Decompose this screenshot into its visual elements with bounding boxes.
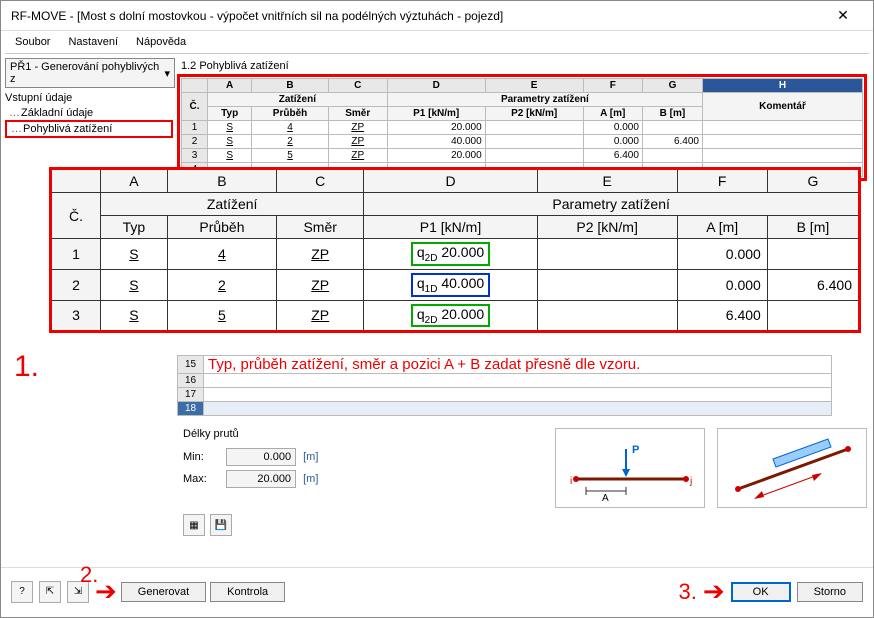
svg-text:j: j [689, 476, 692, 487]
generate-button[interactable]: Generovat [121, 582, 206, 602]
export-icon[interactable]: ⇱ [39, 581, 61, 603]
annotation-3: 3. [679, 579, 697, 605]
lengths-title: Délky prutů [183, 428, 318, 440]
tree-heading: Vstupní údaje [5, 92, 173, 104]
svg-text:i: i [570, 476, 572, 487]
loads-table-zoom: ABC DEFG Č. Zatížení Parametry zatížení … [49, 167, 861, 333]
cancel-button[interactable]: Storno [797, 582, 863, 602]
annotation-2: 2. [80, 562, 98, 588]
check-button[interactable]: Kontrola [210, 582, 285, 602]
arrow-3: ➔ [703, 576, 725, 607]
panel-title: 1.2 Pohyblivá zatížení [177, 58, 867, 74]
loads-table-small[interactable]: ABC DEFG H Č. Zatížení Parametry zatížen… [181, 78, 863, 177]
menu-settings[interactable]: Nastavení [60, 33, 126, 51]
min-length: 0.000 [226, 448, 296, 466]
member-lengths: Délky prutů Min: 0.000 [m] Max: 20.000 [… [183, 428, 318, 490]
load-diagram-2 [717, 428, 867, 508]
case-selector-text: PŘ1 - Generování pohyblivých z [10, 61, 164, 85]
ok-button[interactable]: OK [731, 582, 791, 602]
close-icon[interactable]: ✕ [823, 7, 863, 24]
help-icon[interactable]: ? [11, 581, 33, 603]
tree-basic-data[interactable]: Základní údaje [5, 106, 173, 120]
case-selector[interactable]: PŘ1 - Generování pohyblivých z ▾ [5, 58, 175, 88]
menu-file[interactable]: Soubor [7, 33, 58, 51]
menubar: Soubor Nastavení Nápověda [1, 31, 873, 53]
icon-button-2[interactable]: 💾 [210, 514, 232, 536]
tree-moving-loads[interactable]: Pohyblivá zatížení [5, 120, 173, 138]
icon-button-1[interactable]: ▦ [183, 514, 205, 536]
menu-help[interactable]: Nápověda [128, 33, 194, 51]
load-diagram-1: i j P A [555, 428, 705, 508]
window-title: RF-MOVE - [Most s dolní mostovkou - výpo… [11, 9, 503, 23]
instruction-text: Typ, průběh zatížení, směr a pozici A + … [208, 356, 640, 373]
max-length: 20.000 [226, 470, 296, 488]
svg-text:P: P [632, 444, 639, 456]
chevron-down-icon: ▾ [164, 67, 170, 80]
annotation-1: 1. [14, 350, 39, 384]
svg-text:A: A [602, 493, 609, 504]
